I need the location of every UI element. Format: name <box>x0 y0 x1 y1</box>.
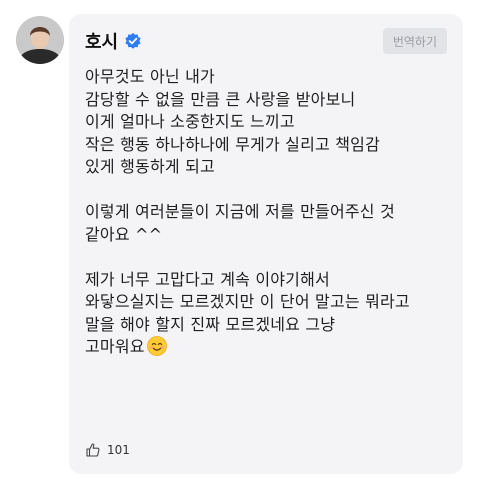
post-line: 제가 너무 고맙다고 계속 이야기해서 <box>85 269 330 289</box>
author-name[interactable]: 호시 <box>85 28 118 54</box>
post-line: 있게 행동하게 되고 <box>85 157 215 176</box>
post-line: 와닿으실지는 모르겠지만 이 단어 말고는 뭐라고 <box>85 292 410 311</box>
post-line: 이렇게 여러분들이 지금에 저를 만들어주신 것 <box>85 202 395 221</box>
post-line: 작은 행동 하나하나에 무게가 실리고 책임감 <box>85 134 380 154</box>
post-line-last: 고마워요 <box>85 336 455 359</box>
post-line: 아무것도 아닌 내가 <box>85 67 215 86</box>
post-line: 말을 해야 할지 진짜 모르겠네요 그냥 <box>85 314 336 334</box>
post-line: 고마워요 <box>85 337 145 356</box>
post-card: 호시 번역하기 아무것도 아닌 내가 감당할 수 없을 만큼 큰 사랑을 받아보… <box>69 14 463 474</box>
translate-button[interactable]: 번역하기 <box>382 28 447 54</box>
avatar[interactable] <box>16 16 64 64</box>
post-line: 같아요 ^^ <box>85 224 163 244</box>
post-body: 아무것도 아닌 내가 감당할 수 없을 만큼 큰 사랑을 받아보니 이게 얼마나… <box>85 66 455 359</box>
like-count: 101 <box>107 443 130 457</box>
author-row: 호시 <box>85 28 142 54</box>
verified-badge-icon <box>125 32 141 49</box>
thumbs-up-icon <box>86 443 100 457</box>
like-button[interactable]: 101 <box>85 442 130 458</box>
post-line: 이게 얼마나 소중한지도 느끼고 <box>85 112 295 131</box>
smiling-face-emoji-icon <box>146 336 167 356</box>
avatar-photo <box>16 16 64 64</box>
post-line: 감당할 수 없을 만큼 큰 사랑을 받아보니 <box>85 89 356 109</box>
